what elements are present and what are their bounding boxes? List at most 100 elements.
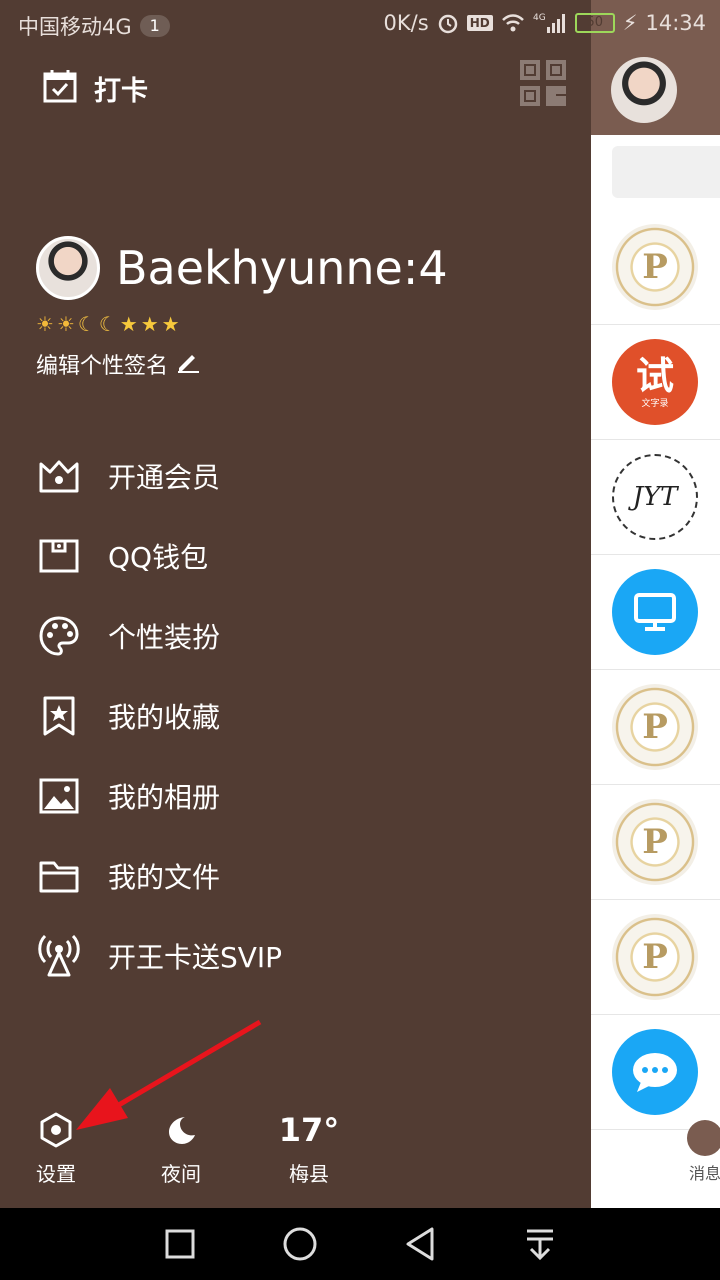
list-item[interactable]: P (591, 210, 720, 325)
qrcode-icon[interactable] (520, 60, 566, 110)
username: Baekhyunne:4 (116, 241, 448, 295)
notification-pulldown-button[interactable] (510, 1214, 570, 1274)
avatar: P (612, 799, 698, 885)
search-bar[interactable] (612, 146, 720, 198)
triangle-back-icon (406, 1227, 434, 1261)
network-speed: 0K/s (383, 11, 429, 35)
night-label: 夜间 (161, 1162, 201, 1186)
list-item[interactable]: P (591, 785, 720, 900)
avatar[interactable] (36, 236, 100, 300)
city-label: 梅县 (289, 1162, 329, 1186)
notification-count-badge: 1 (139, 15, 170, 37)
square-icon (165, 1229, 195, 1259)
palette-icon (36, 613, 82, 659)
message-icon (687, 1120, 720, 1156)
user-profile[interactable]: Baekhyunne:4 (36, 236, 448, 300)
carrier-label: 中国移动4G (18, 15, 132, 39)
avatar: JYT (612, 454, 698, 540)
recent-apps-button[interactable] (150, 1214, 210, 1274)
menu-label: QQ钱包 (108, 541, 209, 574)
list-item[interactable]: JYT (591, 440, 720, 555)
edit-signature[interactable]: 编辑个性签名 (36, 348, 200, 380)
star-icon: ★ (140, 312, 159, 336)
charging-icon: ⚡ (622, 11, 638, 35)
menu-item-favorites[interactable]: 我的收藏 (36, 676, 556, 756)
avatar[interactable] (611, 57, 677, 123)
temperature: 17° (278, 1111, 340, 1149)
moon-icon: ☾ (77, 312, 96, 336)
wallet-icon (36, 533, 82, 579)
checkin-label: 打卡 (94, 75, 148, 107)
list-item[interactable] (591, 1015, 720, 1130)
tab-label: 消息 (688, 1164, 720, 1183)
wifi-icon (501, 13, 525, 33)
moon-icon: ☾ (98, 312, 117, 336)
chat-bubble-icon (633, 1053, 677, 1092)
menu-item-wallet[interactable]: QQ钱包 (36, 516, 556, 596)
menu-label: 我的文件 (108, 861, 221, 894)
night-mode-button[interactable]: 夜间 (136, 1110, 226, 1187)
avatar: P (612, 684, 698, 770)
list-item[interactable]: 试文字录 (591, 325, 720, 440)
menu-item-vip[interactable]: 开通会员 (36, 436, 556, 516)
drawer-bottom-bar: 设置 夜间 17° 梅县 (0, 1100, 591, 1200)
menu-item-wangka[interactable]: 开王卡送SVIP (36, 916, 556, 996)
checkin-button[interactable]: 打卡 (42, 68, 148, 108)
crown-icon (36, 453, 82, 499)
settings-label: 设置 (36, 1162, 76, 1186)
bookmark-star-icon (36, 693, 82, 739)
avatar (612, 1029, 698, 1115)
pencil-icon (176, 349, 200, 379)
side-drawer: 打卡 Baekhyunne:4 ☀ ☀ ☾ ☾ ★ ★ ★ 编辑个性签名 开通会… (0, 0, 591, 1208)
signature-label: 编辑个性签名 (36, 354, 169, 379)
menu-label: 开通会员 (108, 461, 221, 494)
settings-button[interactable]: 设置 (11, 1110, 101, 1187)
list-item[interactable] (591, 555, 720, 670)
moon-icon (136, 1110, 226, 1150)
menu-label: 我的相册 (108, 781, 221, 814)
avatar-subtext: 文字录 (641, 398, 669, 409)
signal-icon: 4G (533, 12, 567, 34)
calendar-check-icon (42, 68, 78, 108)
weather-widget[interactable]: 17° 梅县 (264, 1110, 354, 1187)
drawer-menu: 开通会员 QQ钱包 个性装扮 我的收藏 我的相册 我的文件 开王卡送SVIP (36, 436, 556, 996)
settings-hex-icon (11, 1110, 101, 1150)
menu-item-theme[interactable]: 个性装扮 (36, 596, 556, 676)
star-icon: ★ (161, 312, 180, 336)
list-item[interactable]: P (591, 670, 720, 785)
avatar: 试文字录 (612, 339, 698, 425)
alarm-icon (437, 12, 459, 34)
status-bar: 中国移动4G 1 0K/s HD 4G 50 ⚡ 14:34 (0, 0, 720, 50)
sun-icon: ☀ (56, 312, 75, 336)
signal-tower-icon (36, 933, 82, 979)
level-badges[interactable]: ☀ ☀ ☾ ☾ ★ ★ ★ (36, 312, 180, 336)
avatar: P (612, 224, 698, 310)
back-button[interactable] (390, 1214, 450, 1274)
conversation-list: P 试文字录 JYT P P P (591, 210, 720, 1130)
photo-icon (36, 773, 82, 819)
clock-time: 14:34 (645, 11, 706, 35)
circle-icon (283, 1227, 317, 1261)
conversation-list-peek[interactable]: P 试文字录 JYT P P P 消息 (591, 0, 720, 1208)
folder-icon (36, 853, 82, 899)
home-button[interactable] (270, 1214, 330, 1274)
hd-icon: HD (466, 15, 493, 31)
menu-item-album[interactable]: 我的相册 (36, 756, 556, 836)
avatar-text: 试 (635, 353, 674, 398)
battery-level: 50 (586, 15, 603, 30)
avatar: P (612, 914, 698, 1000)
battery-icon: 50 (574, 13, 615, 33)
avatar (612, 569, 698, 655)
svg-text:4G: 4G (533, 13, 546, 23)
menu-item-files[interactable]: 我的文件 (36, 836, 556, 916)
sun-icon: ☀ (36, 312, 54, 336)
list-item[interactable]: P (591, 900, 720, 1015)
monitor-icon (634, 593, 676, 631)
navigation-bar (0, 1208, 720, 1280)
menu-label: 开王卡送SVIP (108, 941, 283, 974)
menu-label: 我的收藏 (108, 701, 221, 734)
tab-messages[interactable]: 消息 (687, 1120, 720, 1184)
star-icon: ★ (119, 312, 138, 336)
pull-down-icon (527, 1229, 553, 1261)
menu-label: 个性装扮 (108, 621, 221, 654)
